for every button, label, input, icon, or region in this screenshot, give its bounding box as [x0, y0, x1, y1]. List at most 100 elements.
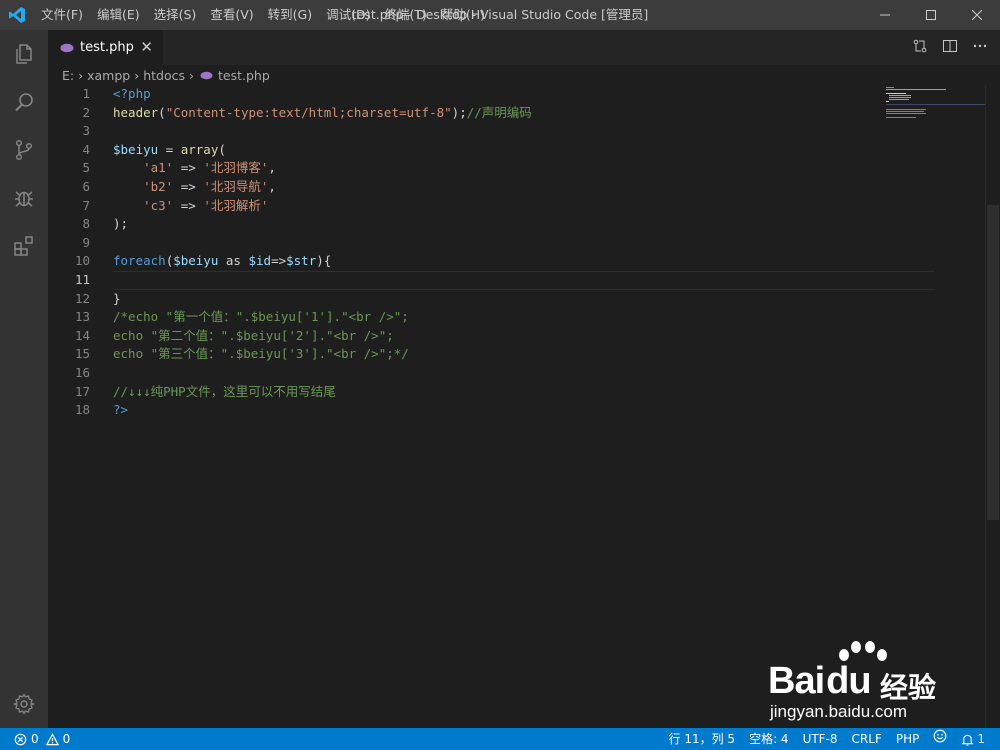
notifications-button[interactable]: 1: [954, 728, 992, 750]
more-actions-button[interactable]: [972, 38, 988, 58]
extensions-icon: [14, 236, 33, 256]
line-number: 17: [74, 383, 90, 399]
code-line[interactable]: //↓↓↓纯PHP文件，这里可以不用写结尾: [113, 383, 933, 402]
watermark-jingyan: 经验: [880, 671, 937, 704]
close-window-button[interactable]: [954, 0, 1000, 30]
minimize-button[interactable]: [862, 0, 908, 30]
notification-count: 1: [977, 732, 985, 746]
code-token: );: [113, 216, 129, 232]
feedback-button[interactable]: [926, 728, 954, 750]
code-line[interactable]: /*echo "第一个值：".$beiyu['1']."<br />";: [113, 308, 933, 327]
split-editor-icon: [943, 39, 957, 52]
code-line[interactable]: $beiyu = array(: [113, 141, 933, 160]
line-number: 2: [82, 104, 90, 120]
menu-view[interactable]: 查看(V): [203, 0, 260, 30]
encoding[interactable]: UTF-8: [796, 728, 845, 750]
source-control-button[interactable]: [0, 126, 48, 174]
warning-icon: [45, 732, 59, 745]
chevron-right-icon: ›: [78, 67, 84, 83]
tab-close-button[interactable]: ✕: [140, 30, 153, 65]
code-line[interactable]: );: [113, 215, 933, 234]
git-compare-icon: [913, 39, 927, 52]
code-line[interactable]: [113, 364, 933, 383]
code-token: =>: [173, 160, 204, 176]
breadcrumb-htdocs[interactable]: htdocs: [143, 68, 185, 83]
menu-edit[interactable]: 编辑(E): [90, 0, 147, 30]
line-number: 3: [82, 123, 90, 139]
maximize-icon: [926, 10, 936, 20]
problems-indicator[interactable]: 0 0: [0, 732, 70, 746]
code-token: 'c3': [143, 197, 174, 213]
breadcrumb-drive[interactable]: E:: [62, 68, 74, 83]
menu-selection[interactable]: 选择(S): [147, 0, 204, 30]
indentation[interactable]: 空格: 4: [742, 728, 796, 750]
code-area[interactable]: <?php header("Content-type:text/html;char…: [113, 85, 933, 420]
code-line[interactable]: [113, 271, 935, 290]
editor-actions: [912, 30, 988, 65]
maximize-button[interactable]: [908, 0, 954, 30]
title-bar: 文件(F) 编辑(E) 选择(S) 查看(V) 转到(G) 调试(D) 终端(T…: [0, 0, 1000, 30]
menu-help[interactable]: 帮助(H): [434, 0, 492, 30]
line-number: 7: [82, 197, 90, 213]
code-line[interactable]: header("Content-type:text/html;charset=u…: [113, 104, 933, 123]
code-token: =: [158, 141, 181, 157]
settings-button[interactable]: [0, 680, 48, 728]
menu-debug[interactable]: 调试(D): [319, 0, 377, 30]
breadcrumb-file[interactable]: test.php: [218, 68, 270, 83]
code-editor[interactable]: 1 2 3 4 5 6 7 8 9 10 11 12 13 14 15 16 17 18 <?php header(…: [48, 85, 1000, 728]
php-file-icon: [60, 43, 74, 53]
breadcrumb-xampp[interactable]: xampp: [87, 68, 130, 83]
code-line[interactable]: ?>: [113, 401, 933, 420]
code-token: '北羽博客': [203, 160, 269, 176]
cursor-position[interactable]: 行 11，列 5: [662, 728, 743, 750]
extensions-button[interactable]: [0, 222, 48, 270]
code-line[interactable]: 'a1' => '北羽博客',: [113, 159, 933, 178]
tab-label: test.php: [80, 40, 134, 55]
end-of-line[interactable]: CRLF: [845, 728, 889, 750]
code-line[interactable]: [113, 122, 933, 141]
code-token: 'a1': [143, 160, 174, 176]
line-number-gutter: 1 2 3 4 5 6 7 8 9 10 11 12 13 14 15 16 17 18: [48, 85, 90, 420]
vertical-scrollbar[interactable]: [986, 85, 1000, 728]
chevron-right-icon: ›: [134, 67, 140, 83]
menu-go[interactable]: 转到(G): [261, 0, 319, 30]
minimap[interactable]: [886, 85, 986, 145]
line-number: 5: [82, 160, 90, 176]
code-token: header: [113, 104, 159, 120]
menu-terminal[interactable]: 终端(T): [377, 0, 433, 30]
debug-button[interactable]: [0, 174, 48, 222]
code-token: "Content-type:text/html;charset=utf-8": [165, 104, 452, 120]
code-line[interactable]: foreach($beiyu as $id=>$str){: [113, 252, 933, 271]
window-controls: [862, 0, 1000, 30]
code-line[interactable]: [113, 234, 933, 253]
explorer-button[interactable]: [0, 30, 48, 78]
split-editor-button[interactable]: [942, 38, 958, 58]
code-line[interactable]: 'b2' => '北羽导航',: [113, 178, 933, 197]
code-token: //声明编码: [466, 104, 532, 120]
code-line[interactable]: echo "第二个值：".$beiyu['2']."<br />";: [113, 327, 933, 346]
code-token: (: [218, 141, 226, 157]
code-line[interactable]: <?php: [113, 85, 933, 104]
tab-test-php[interactable]: test.php ✕: [48, 30, 163, 65]
code-token: ,: [268, 160, 276, 176]
open-changes-button[interactable]: [912, 38, 928, 58]
code-line[interactable]: echo "第三个值：".$beiyu['3']."<br />";*/: [113, 345, 933, 364]
code-line[interactable]: }: [113, 290, 933, 309]
code-token: 'b2': [143, 178, 174, 194]
line-number: 14: [74, 327, 90, 343]
code-token: '北羽解析': [203, 197, 269, 213]
search-button[interactable]: [0, 78, 48, 126]
scrollbar-thumb[interactable]: [987, 205, 999, 520]
code-token: );: [451, 104, 467, 120]
menu-file[interactable]: 文件(F): [34, 0, 90, 30]
minimize-icon: [880, 14, 890, 16]
editor-tabs: test.php ✕: [48, 30, 1000, 65]
baidu-jingyan-watermark: Baidu 经验 jingyan.baidu.com: [768, 640, 948, 728]
language-mode[interactable]: PHP: [889, 728, 927, 750]
line-number: 15: [74, 346, 90, 362]
code-line[interactable]: 'c3' => '北羽解析': [113, 197, 933, 216]
chevron-right-icon: ›: [189, 67, 195, 83]
code-token: echo "第三个值：".$beiyu['3']."<br />";*/: [113, 346, 409, 362]
